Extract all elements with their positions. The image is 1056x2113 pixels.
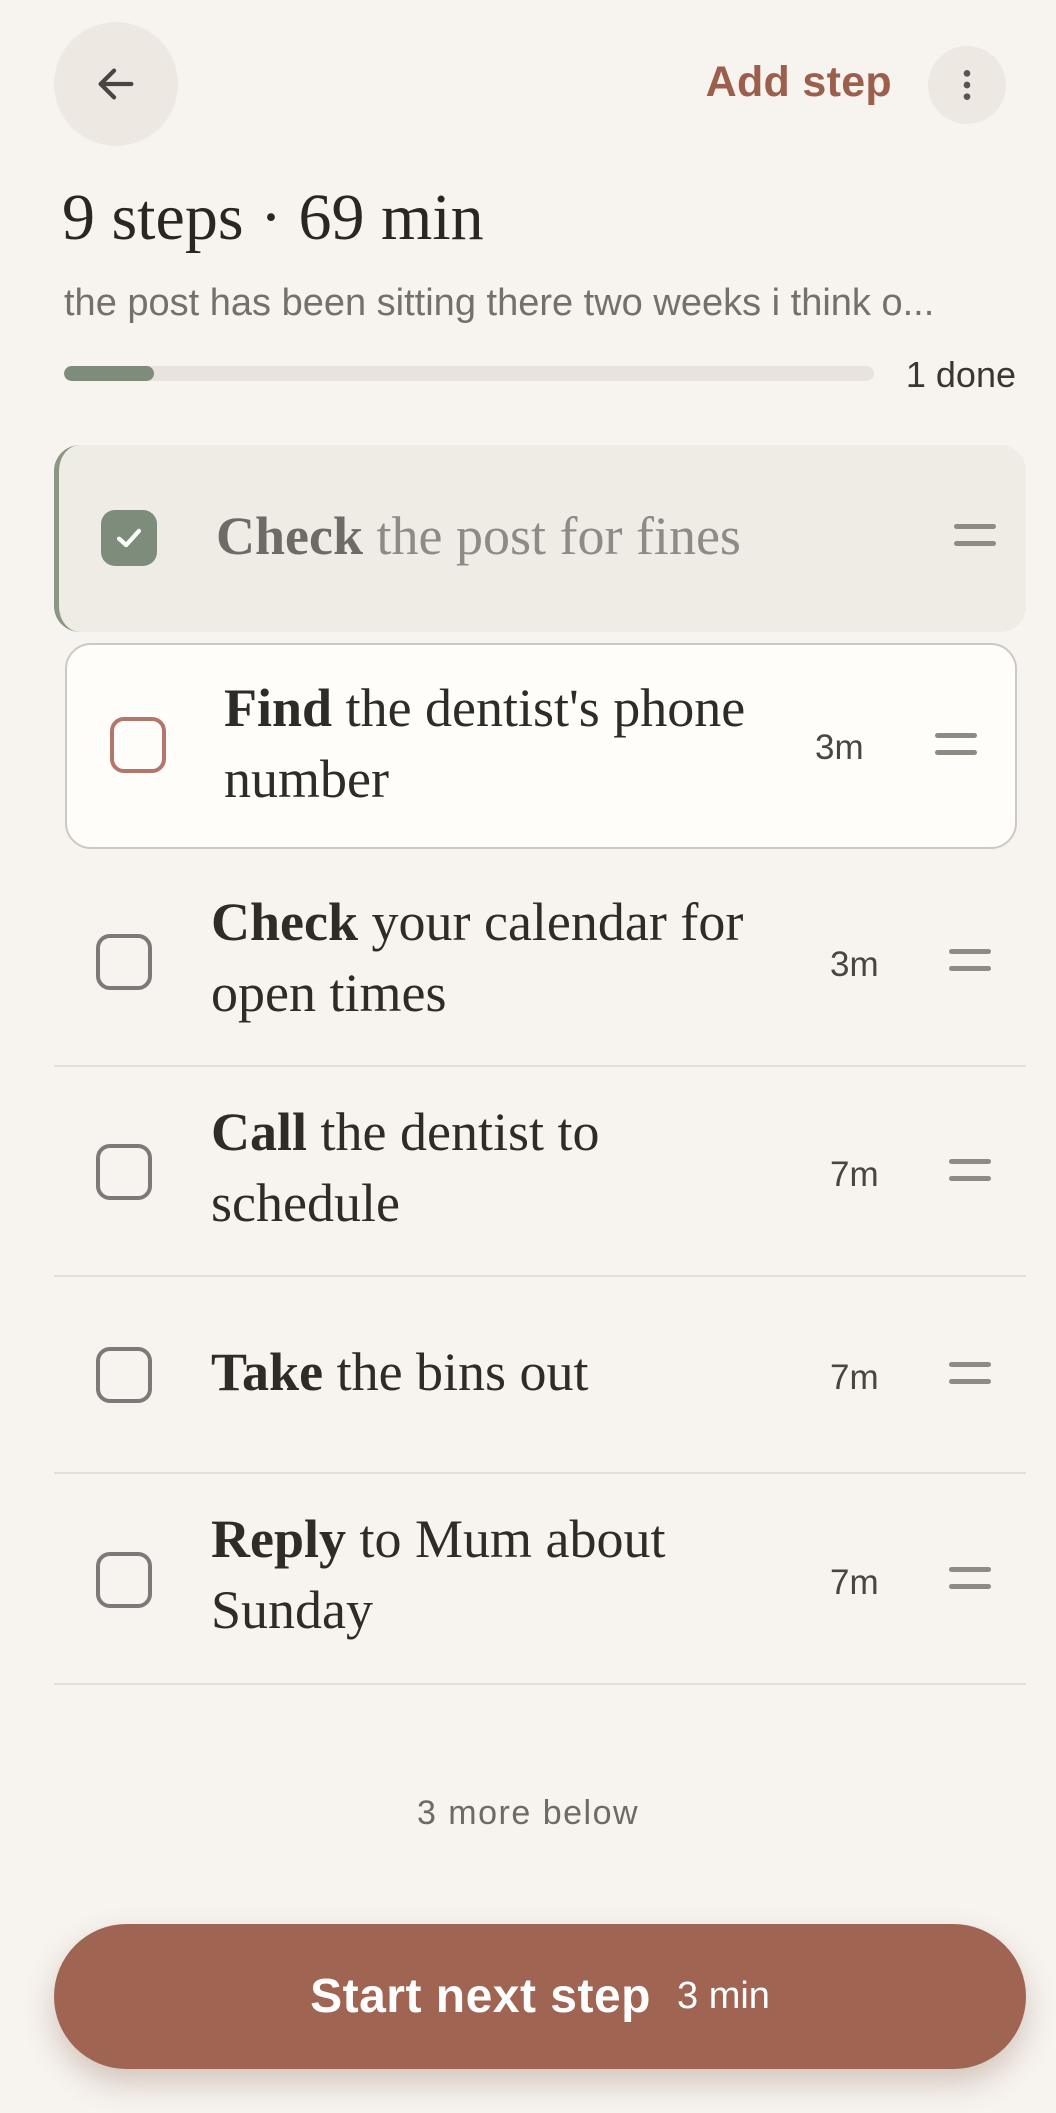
step-verb: Call bbox=[211, 1102, 308, 1162]
back-button[interactable] bbox=[54, 22, 178, 146]
more-below-indicator: 3 more below bbox=[416, 1794, 640, 1832]
drag-handle[interactable] bbox=[949, 1159, 991, 1185]
step-checkbox[interactable] bbox=[96, 1347, 152, 1403]
step-verb: Find bbox=[224, 678, 333, 738]
step-text: Find the dentist's phone number bbox=[224, 673, 784, 815]
step-checkbox[interactable] bbox=[96, 1552, 152, 1608]
step-row[interactable]: Call the dentist to schedule 7m bbox=[54, 1067, 1026, 1277]
more-vertical-icon bbox=[963, 70, 971, 100]
step-duration: 7m bbox=[830, 1563, 879, 1602]
step-text: Check your calendar for open times bbox=[211, 887, 771, 1029]
start-next-step-button[interactable]: Start next step 3 min bbox=[54, 1924, 1026, 2069]
step-text: Call the dentist to schedule bbox=[211, 1097, 771, 1239]
step-verb: Reply bbox=[211, 1509, 346, 1569]
drag-handle[interactable] bbox=[949, 949, 991, 975]
step-duration: 3m bbox=[830, 945, 879, 984]
step-verb: Check bbox=[216, 506, 363, 566]
progress-fill bbox=[64, 366, 154, 381]
step-row-current[interactable]: Find the dentist's phone number 3m bbox=[65, 643, 1017, 849]
progress-bar bbox=[64, 366, 874, 381]
step-text: Check the post for fines bbox=[216, 501, 741, 572]
step-duration: 3m bbox=[815, 728, 864, 767]
drag-handle[interactable] bbox=[949, 1362, 991, 1388]
drag-handle[interactable] bbox=[954, 524, 996, 550]
step-checkbox[interactable] bbox=[110, 717, 166, 773]
progress-label: 1 done bbox=[905, 354, 1016, 395]
step-verb: Check bbox=[211, 892, 358, 952]
step-row-done[interactable]: Check the post for fines bbox=[54, 445, 1026, 632]
arrow-left-icon bbox=[98, 68, 134, 100]
add-step-button[interactable]: Add step bbox=[706, 58, 892, 107]
step-checkbox-checked[interactable] bbox=[101, 510, 157, 566]
step-checkbox[interactable] bbox=[96, 1144, 152, 1200]
step-duration: 7m bbox=[830, 1155, 879, 1194]
step-row[interactable]: Take the bins out 7m bbox=[54, 1277, 1026, 1474]
page-title: 9 steps · 69 min bbox=[62, 181, 484, 254]
more-options-button[interactable] bbox=[928, 46, 1006, 124]
start-button-duration: 3 min bbox=[677, 1975, 770, 2017]
step-text: Reply to Mum about Sunday bbox=[211, 1504, 771, 1646]
checkmark-icon bbox=[116, 528, 142, 548]
step-row[interactable]: Check your calendar for open times 3m bbox=[54, 857, 1026, 1067]
step-rest: the bins out bbox=[323, 1342, 589, 1402]
step-checkbox[interactable] bbox=[96, 934, 152, 990]
drag-handle[interactable] bbox=[949, 1567, 991, 1593]
drag-handle[interactable] bbox=[935, 733, 977, 759]
task-description: the post has been sitting there two week… bbox=[64, 282, 935, 324]
step-duration: 7m bbox=[830, 1358, 879, 1397]
step-verb: Take bbox=[211, 1342, 324, 1402]
step-text: Take the bins out bbox=[211, 1337, 771, 1408]
step-row[interactable]: Reply to Mum about Sunday 7m bbox=[54, 1474, 1026, 1685]
start-button-label: Start next step bbox=[310, 1970, 651, 2023]
step-rest: the post for fines bbox=[363, 506, 741, 566]
